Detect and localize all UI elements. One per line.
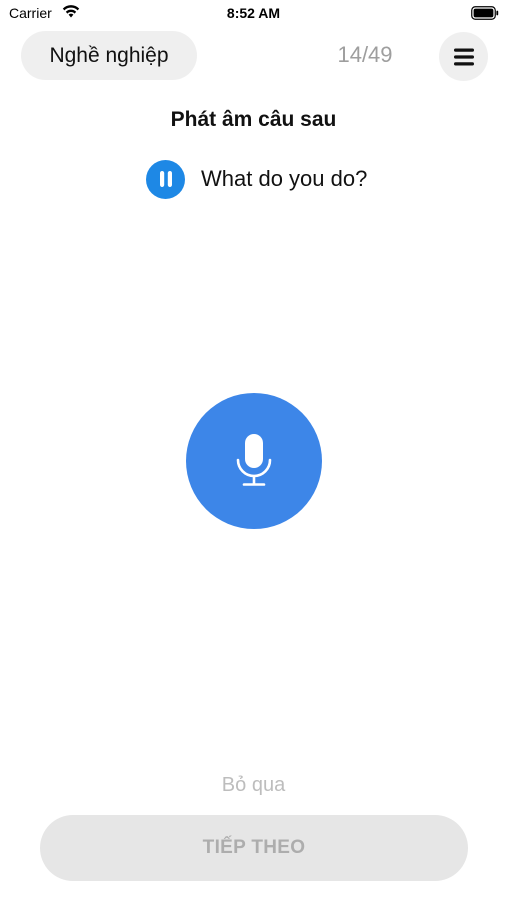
hamburger-menu-icon xyxy=(453,48,474,65)
pause-icon xyxy=(159,171,172,187)
next-button-label: TIẾP THEO xyxy=(202,837,306,858)
topic-pill[interactable]: Nghề nghiệp xyxy=(21,31,197,80)
audio-pause-button[interactable] xyxy=(146,159,185,199)
menu-button[interactable] xyxy=(439,32,488,81)
record-mic-button[interactable] xyxy=(186,393,322,529)
status-time: 8:52 AM xyxy=(226,5,281,21)
microphone-icon xyxy=(236,434,272,486)
target-sentence: What do you do? xyxy=(201,166,368,191)
next-button[interactable]: TIẾP THEO xyxy=(40,815,468,881)
battery-icon xyxy=(471,6,499,20)
progress-counter: 14/49 xyxy=(337,42,393,67)
status-bar: Carrier 8:52 AM xyxy=(0,0,507,28)
screen: Carrier 8:52 AM Nghề nghiệp 14/49 Phát â… xyxy=(0,0,507,900)
sentence-row: What do you do? xyxy=(146,159,368,199)
topic-title: Nghề nghiệp xyxy=(49,43,169,67)
skip-button[interactable]: Bỏ qua xyxy=(0,774,507,797)
instruction-heading: Phát âm câu sau xyxy=(170,108,337,131)
